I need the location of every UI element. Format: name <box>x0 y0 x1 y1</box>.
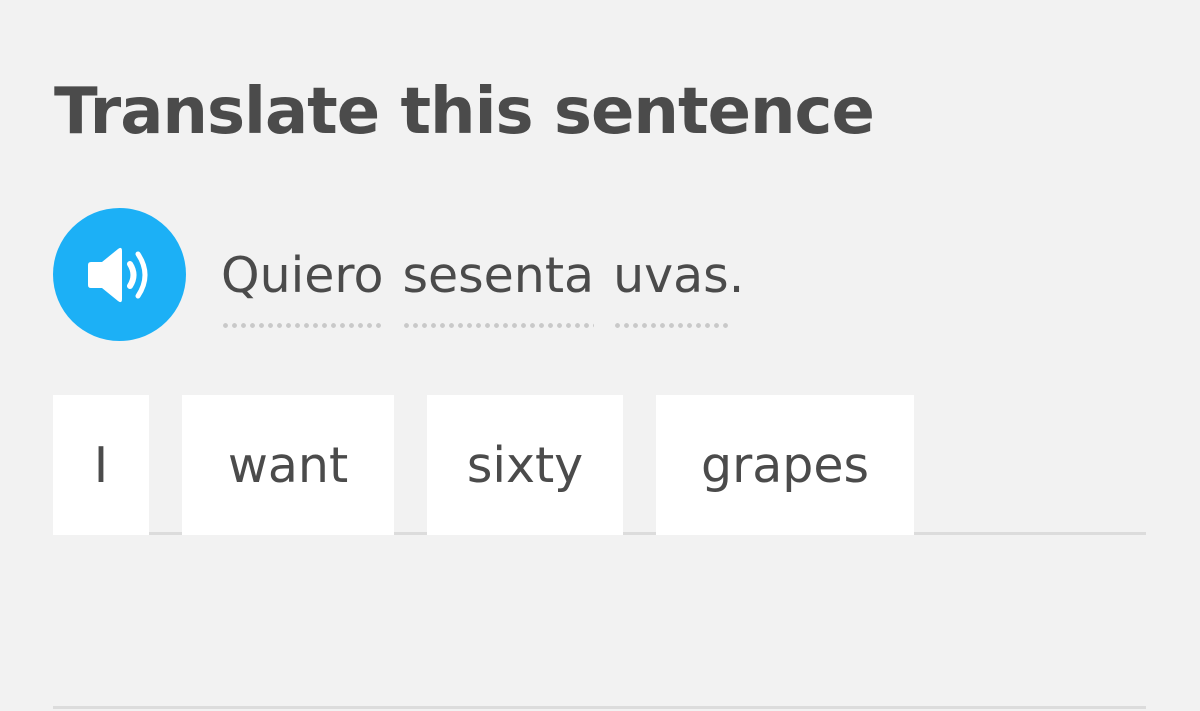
prompt-word-text: sesenta <box>402 247 595 304</box>
hint-underline <box>221 323 384 328</box>
prompt-word-hint[interactable]: uvas. <box>613 238 745 328</box>
prompt-sentence: Quiero sesenta uvas. <box>221 238 763 328</box>
prompt-word-hint[interactable]: Quiero <box>221 238 384 328</box>
prompt-word-text: Quiero <box>221 247 384 304</box>
prompt-word-text: uvas. <box>613 247 745 304</box>
answer-area[interactable]: I want sixty grapes <box>53 395 1146 535</box>
speaker-icon <box>87 247 147 302</box>
page-title: Translate this sentence <box>54 75 875 149</box>
prompt-word-hint[interactable]: sesenta <box>402 238 595 328</box>
word-tile[interactable]: sixty <box>427 395 623 535</box>
word-tile[interactable]: grapes <box>656 395 914 535</box>
hint-underline <box>402 323 595 328</box>
selected-tiles: I want sixty grapes <box>53 395 914 535</box>
hint-underline <box>613 323 731 328</box>
play-audio-button[interactable] <box>53 208 186 341</box>
word-tile[interactable]: want <box>182 395 394 535</box>
answer-second-line <box>53 706 1146 709</box>
word-tile[interactable]: I <box>53 395 149 535</box>
